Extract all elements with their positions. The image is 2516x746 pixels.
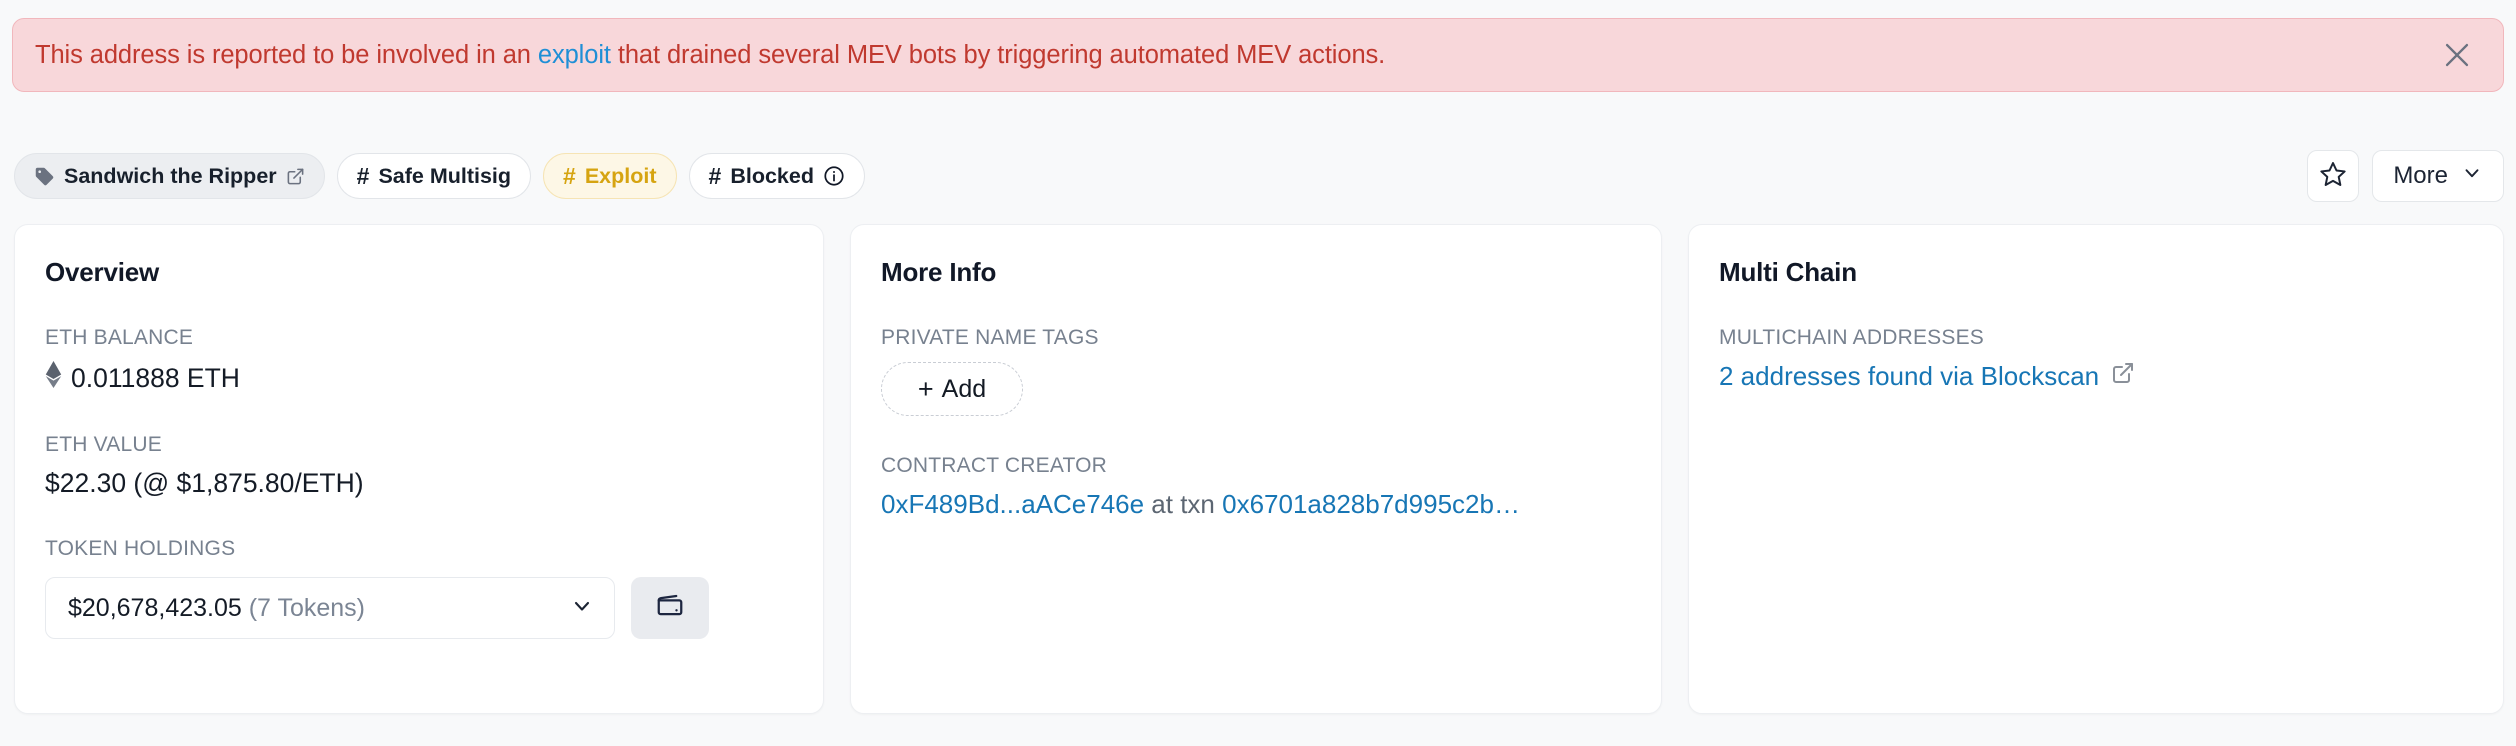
token-holdings-label: TOKEN HOLDINGS bbox=[45, 537, 236, 560]
more-button[interactable]: More bbox=[2372, 150, 2504, 202]
address-tags: Sandwich the Ripper # Safe Multisig # Ex… bbox=[14, 153, 865, 199]
token-holdings-amount-group: $20,678,423.05 (7 Tokens) bbox=[68, 594, 365, 623]
creator-at-txn-text: at txn bbox=[1144, 489, 1223, 519]
tag-label: Blocked bbox=[730, 163, 814, 188]
add-private-name-tag-button[interactable]: + Add bbox=[881, 362, 1023, 416]
multi-chain-title: Multi Chain bbox=[1719, 257, 1857, 287]
overview-card: Overview ETH BALANCE 0.011888 ETH ETH VA… bbox=[14, 224, 824, 714]
eth-value-label: ETH VALUE bbox=[45, 433, 162, 456]
tag-blocked[interactable]: # Blocked bbox=[688, 153, 865, 199]
eth-value-value: $22.30 (@ $1,875.80/ETH) bbox=[45, 468, 364, 498]
exploit-alert-banner: This address is reported to be involved … bbox=[12, 18, 2504, 92]
wallet-button[interactable] bbox=[631, 577, 709, 639]
multichain-addresses-label: MULTICHAIN ADDRESSES bbox=[1719, 326, 1984, 349]
hash-icon: # bbox=[563, 162, 576, 189]
page-actions: More bbox=[2307, 150, 2504, 202]
overview-title: Overview bbox=[45, 257, 160, 287]
info-cards: Overview ETH BALANCE 0.011888 ETH ETH VA… bbox=[14, 224, 2504, 714]
tag-icon bbox=[34, 166, 55, 187]
token-holdings-dropdown[interactable]: $20,678,423.05 (7 Tokens) bbox=[45, 577, 615, 639]
more-label: More bbox=[2393, 162, 2448, 189]
external-link-icon[interactable] bbox=[2111, 361, 2135, 392]
tag-label: Exploit bbox=[584, 163, 657, 188]
hash-icon: # bbox=[356, 162, 370, 189]
token-holdings-count: (7 Tokens) bbox=[248, 593, 365, 622]
token-holdings-amount: $20,678,423.05 bbox=[68, 593, 242, 622]
star-icon bbox=[2319, 160, 2347, 193]
close-icon[interactable] bbox=[2437, 35, 2477, 75]
eth-balance-value-row: 0.011888 ETH bbox=[45, 361, 793, 395]
alert-message: This address is reported to be involved … bbox=[35, 41, 1385, 70]
eth-balance-label: ETH BALANCE bbox=[45, 326, 194, 349]
token-holdings-row: $20,678,423.05 (7 Tokens) bbox=[45, 577, 793, 639]
tag-label: Safe Multisig bbox=[378, 163, 512, 188]
more-info-card: More Info PRIVATE NAME TAGS + Add CONTRA… bbox=[850, 224, 1662, 714]
alert-text-after: that drained several MEV bots by trigger… bbox=[610, 40, 1386, 69]
hash-icon: # bbox=[708, 162, 722, 189]
chevron-down-icon bbox=[2461, 162, 2483, 191]
external-link-icon[interactable] bbox=[286, 167, 305, 186]
multi-chain-card: Multi Chain MULTICHAIN ADDRESSES 2 addre… bbox=[1688, 224, 2504, 714]
eth-balance-value: 0.011888 ETH bbox=[71, 362, 240, 393]
wallet-icon bbox=[655, 591, 685, 626]
private-name-tags-label: PRIVATE NAME TAGS bbox=[881, 326, 1099, 349]
exploit-link[interactable]: exploit bbox=[538, 41, 611, 69]
tag-sandwich-the-ripper[interactable]: Sandwich the Ripper bbox=[14, 153, 325, 199]
tag-label: Sandwich the Ripper bbox=[64, 163, 277, 188]
more-info-title: More Info bbox=[881, 257, 997, 287]
tag-safe-multisig[interactable]: # Safe Multisig bbox=[336, 153, 532, 199]
plus-icon: + bbox=[917, 373, 934, 404]
tag-exploit[interactable]: # Exploit bbox=[543, 153, 677, 199]
info-icon[interactable] bbox=[823, 165, 845, 187]
creator-address-link[interactable]: 0xF489Bd...aACe746e bbox=[881, 489, 1144, 519]
address-overview-page: This address is reported to be involved … bbox=[0, 0, 2516, 746]
add-button-label: Add bbox=[941, 374, 987, 403]
contract-creator-value: 0xF489Bd...aACe746e at txn 0x6701a828b7d… bbox=[881, 489, 1631, 520]
ethereum-icon bbox=[45, 361, 62, 395]
tag-and-actions-row: Sandwich the Ripper # Safe Multisig # Ex… bbox=[14, 150, 2504, 202]
creator-txn-link[interactable]: 0x6701a828b7d995c2b… bbox=[1222, 489, 1520, 519]
chevron-down-icon bbox=[570, 594, 594, 623]
multichain-addresses-link[interactable]: 2 addresses found via Blockscan bbox=[1719, 361, 2099, 392]
multichain-addresses-value: 2 addresses found via Blockscan bbox=[1719, 361, 2473, 392]
alert-text-before: This address is reported to be involved … bbox=[35, 40, 538, 69]
favorite-star-button[interactable] bbox=[2307, 150, 2360, 202]
contract-creator-label: CONTRACT CREATOR bbox=[881, 454, 1108, 477]
